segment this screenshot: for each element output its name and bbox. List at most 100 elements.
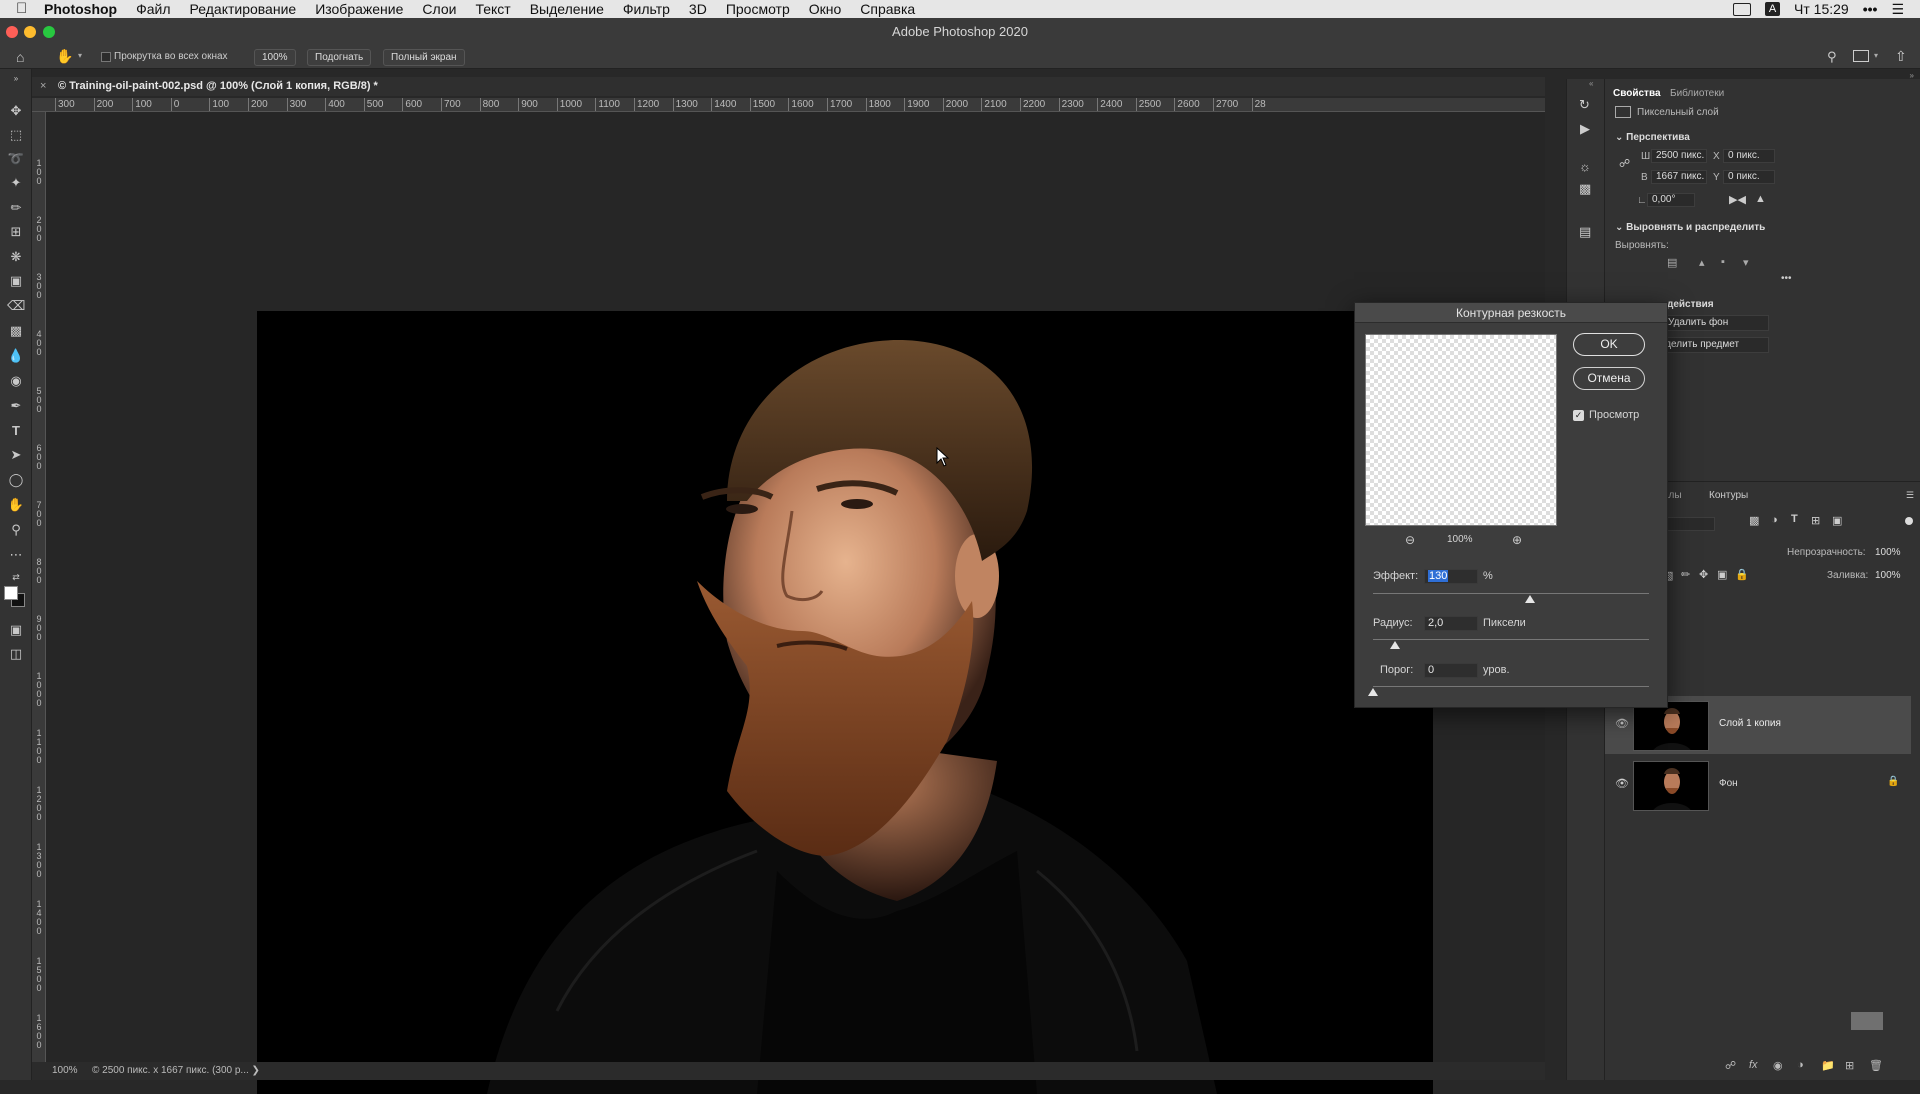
quick-mask-icon[interactable]: ▣ <box>7 622 25 638</box>
select-subject-button[interactable]: ыделить предмет <box>1653 337 1769 353</box>
marquee-tool-icon[interactable]: ⬚ <box>7 127 25 143</box>
stamp-tool-icon[interactable]: ▣ <box>7 273 25 289</box>
eyedropper-icon[interactable]: ❋ <box>7 249 25 265</box>
zoom-100-button[interactable]: 100% <box>254 49 296 66</box>
threshold-slider-thumb[interactable] <box>1368 688 1378 696</box>
align-section-title[interactable]: ⌄ Выровнять и распределить <box>1615 222 1765 233</box>
radius-input[interactable]: 2,0 <box>1424 616 1478 631</box>
gradient-tool-icon[interactable]: ▩ <box>7 323 25 339</box>
tab-paths[interactable]: Контуры <box>1709 490 1748 501</box>
more-icon[interactable]: ••• <box>1863 1 1878 17</box>
adjustment-layer-icon[interactable]: ◑ <box>1797 1059 1804 1071</box>
threshold-input[interactable]: 0 <box>1424 663 1478 678</box>
status-zoom[interactable]: 100% <box>52 1062 78 1080</box>
brush-icon[interactable]: ✏ <box>7 200 25 216</box>
new-group-icon[interactable]: 📁 <box>1821 1059 1835 1072</box>
menu-select[interactable]: Выделение <box>530 0 604 18</box>
filter-shape-icon[interactable]: ⊞ <box>1811 514 1820 527</box>
y-field[interactable]: 0 пикс. <box>1723 170 1775 184</box>
filter-smart-icon[interactable]: ▣ <box>1832 514 1842 527</box>
radius-slider-track[interactable] <box>1373 639 1649 640</box>
visibility-eye-icon[interactable]: 👁 <box>1615 717 1629 731</box>
apple-icon[interactable]:  <box>16 0 34 18</box>
magic-wand-icon[interactable]: ✦ <box>7 175 25 191</box>
preview-area[interactable] <box>1365 334 1557 526</box>
visibility-eye-icon[interactable]: 👁 <box>1615 777 1629 791</box>
zoom-out-icon[interactable]: ⊖ <box>1405 533 1415 547</box>
histogram-icon[interactable]: ▩ <box>1579 181 1591 197</box>
lock-artboard-icon[interactable]: ▣ <box>1717 568 1727 581</box>
lock-position-icon[interactable]: ✥ <box>1699 568 1708 581</box>
collapse-icon[interactable]: « <box>1589 79 1593 88</box>
actions-play-icon[interactable]: ▶ <box>1580 121 1590 137</box>
path-select-icon[interactable]: ➤ <box>7 447 25 463</box>
lock-all-icon[interactable]: 🔒 <box>1735 568 1749 581</box>
ok-button[interactable]: OK <box>1573 333 1645 356</box>
align-middle-icon[interactable]: ▪ <box>1721 256 1725 268</box>
workspace-icon[interactable] <box>1853 50 1869 62</box>
menu-type[interactable]: Текст <box>475 0 510 18</box>
canvas-workspace[interactable] <box>46 112 1545 1094</box>
amount-input[interactable]: 130 <box>1424 569 1478 584</box>
layers-panel-menu-icon[interactable]: ☰ <box>1906 490 1914 501</box>
height-field[interactable]: 1667 пикс. <box>1651 170 1707 184</box>
filter-toggle-icon[interactable] <box>1905 517 1913 525</box>
close-window-icon[interactable] <box>6 26 18 38</box>
layer-row[interactable]: 👁 Фон 🔒 <box>1605 756 1911 814</box>
new-layer-icon[interactable]: ⊞ <box>1845 1059 1854 1072</box>
crop-tool-icon[interactable]: ⊞ <box>7 224 25 240</box>
document-tab[interactable]: × © Training-oil-paint-002.psd @ 100% (С… <box>32 77 1545 96</box>
share-icon[interactable]: ⇧ <box>1895 48 1907 65</box>
minimize-window-icon[interactable] <box>24 26 36 38</box>
adjustments-icon[interactable]: ☼ <box>1579 159 1591 174</box>
menu-app[interactable]: Photoshop <box>44 0 117 18</box>
move-tool-icon[interactable]: ✥ <box>7 103 25 119</box>
screen-record-icon[interactable] <box>1733 2 1752 16</box>
horizontal-ruler[interactable]: 300 200 100 0 100 200 300 400 500 600 700 800 900 100… <box>52 98 1545 112</box>
menu-image[interactable]: Изображение <box>315 0 403 18</box>
history-icon[interactable]: ↻ <box>1579 97 1590 113</box>
filter-type-icon[interactable]: T <box>1791 513 1798 525</box>
fill-screen-button[interactable]: Полный экран <box>383 49 465 66</box>
threshold-slider-track[interactable] <box>1373 686 1649 687</box>
search-icon[interactable]: ⚲ <box>1827 49 1837 65</box>
panel-collapse-icon[interactable]: » <box>1910 71 1914 80</box>
cancel-button[interactable]: Отмена <box>1573 367 1645 390</box>
collapse-icon[interactable]: » <box>7 71 25 87</box>
more-tools-icon[interactable]: ⋯ <box>7 547 25 563</box>
more-options-icon[interactable]: ••• <box>1781 273 1792 284</box>
hand-tool-icon[interactable]: ✋ <box>7 497 25 513</box>
x-field[interactable]: 0 пикс. <box>1723 149 1775 163</box>
link-icon[interactable]: ☍ <box>1619 157 1630 170</box>
clock[interactable]: Чт 15:29 <box>1794 1 1849 17</box>
menu-window[interactable]: Окно <box>809 0 842 18</box>
layer-name[interactable]: Слой 1 копия <box>1719 718 1781 729</box>
tab-libraries[interactable]: Библиотеки <box>1670 88 1724 99</box>
close-document-icon[interactable]: × <box>40 77 46 96</box>
zoom-window-icon[interactable] <box>43 26 55 38</box>
menu-list-icon[interactable]: ☰ <box>1891 1 1904 18</box>
remove-background-button[interactable]: Удалить фон <box>1663 315 1769 331</box>
flip-vertical-icon[interactable]: ▲ <box>1755 193 1766 205</box>
menu-help[interactable]: Справка <box>860 0 915 18</box>
type-tool-icon[interactable]: T <box>7 423 25 439</box>
radius-slider-thumb[interactable] <box>1390 641 1401 649</box>
swap-colors-icon[interactable]: ⇄ <box>7 569 25 585</box>
chevron-down-icon[interactable]: ▾ <box>78 51 82 60</box>
fit-screen-button[interactable]: Подогнать <box>307 49 372 66</box>
layer-name[interactable]: Фон <box>1719 778 1738 789</box>
screen-mode-icon[interactable]: ◫ <box>7 646 25 662</box>
menu-view[interactable]: Просмотр <box>726 0 790 18</box>
filter-adjustment-icon[interactable]: ◑ <box>1771 514 1778 526</box>
workspace-chevron-icon[interactable]: ▾ <box>1874 51 1878 60</box>
ellipse-tool-icon[interactable]: ◯ <box>7 472 25 488</box>
tab-properties[interactable]: Свойства <box>1613 88 1661 99</box>
align-right-icon[interactable]: ▤ <box>1667 256 1677 269</box>
fx-icon[interactable]: fx <box>1749 1059 1758 1071</box>
preview-checkbox[interactable]: ✓ <box>1573 410 1584 421</box>
amount-slider-track[interactable] <box>1373 593 1649 594</box>
menu-file[interactable]: Файл <box>136 0 170 18</box>
blur-tool-icon[interactable]: 💧 <box>7 348 25 364</box>
width-field[interactable]: 2500 пикс. <box>1651 149 1707 163</box>
link-layers-icon[interactable]: ☍ <box>1725 1059 1736 1072</box>
